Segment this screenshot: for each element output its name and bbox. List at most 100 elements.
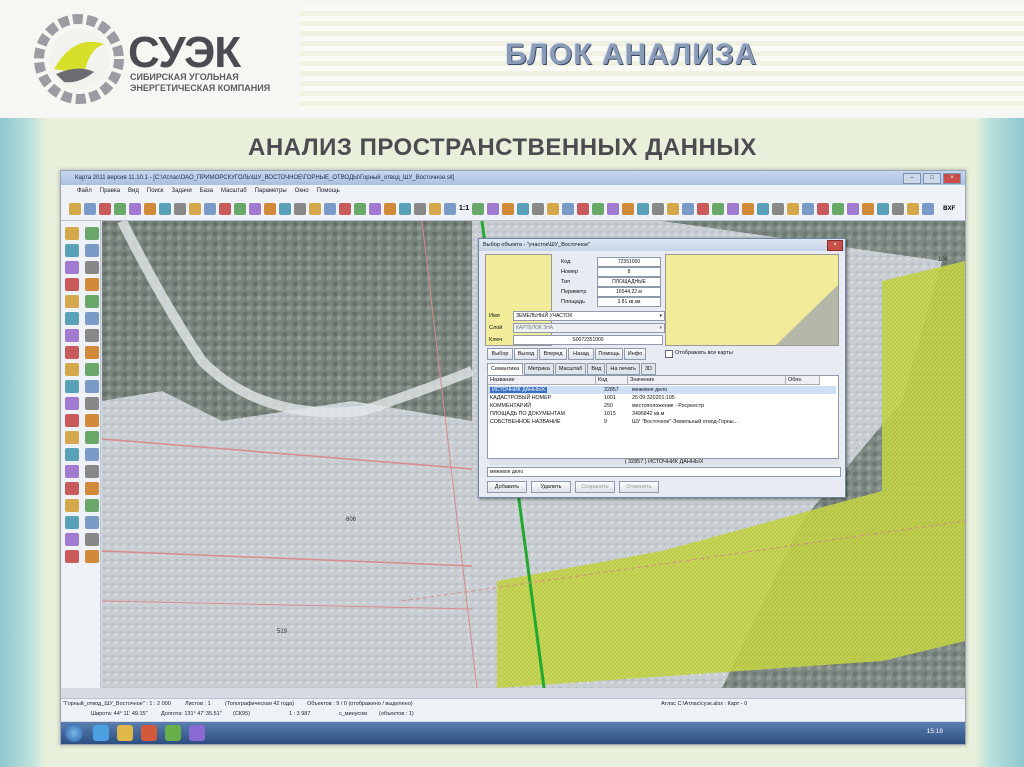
toolbar-tool-icon[interactable] — [324, 202, 336, 215]
taskbar-app-media[interactable] — [141, 725, 157, 741]
toolbar-tool-icon[interactable] — [637, 202, 650, 215]
toolbar-tool-icon[interactable] — [517, 202, 530, 215]
toolbar-tool-icon[interactable] — [264, 202, 276, 215]
toolbar-tool-icon[interactable] — [877, 202, 890, 215]
toolbar-tool-icon[interactable] — [802, 202, 815, 215]
dialog-close-button[interactable]: × — [827, 240, 843, 251]
bxf-button[interactable]: BXF — [943, 206, 955, 212]
menu-item[interactable]: Вид — [128, 185, 139, 197]
toolbar-tool-icon[interactable] — [384, 202, 396, 215]
toolbar-tool-icon[interactable] — [354, 202, 366, 215]
toolbar-tool-icon[interactable] — [204, 202, 216, 215]
zoom-one-to-one-button[interactable]: 1:1 — [459, 205, 469, 212]
toolbar-tool-icon[interactable] — [697, 202, 710, 215]
map-tool-icon[interactable] — [65, 533, 79, 546]
table-row[interactable]: КАДАСТРОВЫЙ НОМЕР 1001 25:09:320201:105 — [488, 394, 836, 402]
toolbar-tool-icon[interactable] — [832, 202, 845, 215]
toolbar-tool-icon[interactable] — [772, 202, 785, 215]
map-tool-icon[interactable] — [65, 329, 79, 342]
map-tool-icon[interactable] — [65, 261, 79, 274]
taskbar-clock[interactable]: 15:18 — [927, 728, 943, 735]
map-tool-icon[interactable] — [85, 278, 99, 291]
map-tool-icon[interactable] — [65, 550, 79, 563]
map-tool-icon[interactable] — [65, 499, 79, 512]
map-tool-icon[interactable] — [85, 397, 99, 410]
map-tool-icon[interactable] — [85, 448, 99, 461]
map-tool-icon[interactable] — [85, 346, 99, 359]
table-row[interactable]: ПЛОЩАДЬ ПО ДОКУМЕНТАМ 1015 3496842 кв.м — [488, 410, 836, 418]
map-tool-icon[interactable] — [85, 533, 99, 546]
toolbar-tool-icon[interactable] — [114, 202, 126, 215]
map-tool-icon[interactable] — [65, 244, 79, 257]
map-tool-icon[interactable] — [65, 465, 79, 478]
toolbar-tool-icon[interactable] — [174, 202, 186, 215]
map-tool-icon[interactable] — [85, 329, 99, 342]
table-row[interactable]: ИСТОЧНИК ДАННЫХ 32857 межевое дело — [488, 386, 836, 394]
map-tool-icon[interactable] — [85, 261, 99, 274]
map-tool-icon[interactable] — [85, 295, 99, 308]
map-tool-icon[interactable] — [85, 431, 99, 444]
toolbar-tool-icon[interactable] — [69, 202, 81, 215]
toolbar-tool-icon[interactable] — [922, 202, 935, 215]
dialog-tab[interactable]: На печать — [606, 363, 640, 375]
menu-item[interactable]: Окно — [295, 185, 309, 197]
toolbar-tool-icon[interactable] — [847, 202, 860, 215]
toolbar-tool-icon[interactable] — [399, 202, 411, 215]
area-field[interactable]: 3.81 кв.км — [597, 297, 661, 307]
taskbar-app-map[interactable] — [165, 725, 181, 741]
name-select[interactable]: ЗЕМЕЛЬНЫЙ УЧАСТОК ▾ — [513, 311, 665, 321]
dialog-tab[interactable]: Масштаб — [554, 363, 587, 375]
table-row[interactable]: КОММЕНТАРИЙ 250 местоположение - Росреестр — [488, 402, 836, 410]
map-tool-icon[interactable] — [65, 380, 79, 393]
toolbar-tool-icon[interactable] — [279, 202, 291, 215]
footer-value-field[interactable]: межевое дело — [487, 467, 841, 477]
toolbar-tool-icon[interactable] — [817, 202, 830, 215]
dialog-nav-button[interactable]: Вперед — [539, 348, 567, 360]
toolbar-tool-icon[interactable] — [532, 202, 545, 215]
dialog-tab[interactable]: Семантика — [487, 363, 524, 375]
minimize-button[interactable]: – — [903, 173, 921, 184]
key-field[interactable]: S0072351000 — [513, 335, 663, 345]
map-tool-icon[interactable] — [85, 499, 99, 512]
map-tool-icon[interactable] — [65, 295, 79, 308]
toolbar-tool-icon[interactable] — [129, 202, 141, 215]
map-tool-icon[interactable] — [65, 312, 79, 325]
grid-header-value[interactable]: Значение — [628, 376, 786, 385]
toolbar-tool-icon[interactable] — [369, 202, 381, 215]
map-tool-icon[interactable] — [65, 448, 79, 461]
toolbar-tool-icon[interactable] — [144, 202, 156, 215]
dialog-action-button[interactable]: Сохранить — [575, 481, 615, 493]
menu-item[interactable]: Поиск — [147, 185, 164, 197]
dialog-action-button[interactable]: Добавить — [487, 481, 527, 493]
type-field[interactable]: ПЛОЩАДНЫЕ — [597, 277, 661, 287]
toolbar-tool-icon[interactable] — [429, 202, 441, 215]
map-tool-icon[interactable] — [85, 550, 99, 563]
map-tool-icon[interactable] — [85, 227, 99, 240]
grid-header-name[interactable]: Название — [488, 376, 596, 385]
dialog-nav-button[interactable]: Выход — [514, 348, 538, 360]
toolbar-tool-icon[interactable] — [472, 202, 485, 215]
toolbar-tool-icon[interactable] — [84, 202, 96, 215]
map-tool-icon[interactable] — [85, 414, 99, 427]
layer-select[interactable]: КАРТБЛОК ЗНА ▾ — [513, 323, 665, 333]
toolbar-tool-icon[interactable] — [219, 202, 231, 215]
map-tool-icon[interactable] — [65, 278, 79, 291]
toolbar-tool-icon[interactable] — [309, 202, 321, 215]
toolbar-tool-icon[interactable] — [339, 202, 351, 215]
dialog-nav-button[interactable]: Выбор — [487, 348, 513, 360]
start-button[interactable] — [65, 724, 83, 742]
map-tool-icon[interactable] — [85, 516, 99, 529]
toolbar-tool-icon[interactable] — [607, 202, 620, 215]
toolbar-tool-icon[interactable] — [562, 202, 575, 215]
map-tool-icon[interactable] — [65, 346, 79, 359]
dialog-action-button[interactable]: Отменить — [619, 481, 659, 493]
toolbar-tool-icon[interactable] — [742, 202, 755, 215]
toolbar-tool-icon[interactable] — [234, 202, 246, 215]
toolbar-tool-icon[interactable] — [682, 202, 695, 215]
menu-item[interactable]: Параметры — [255, 185, 287, 197]
toolbar-tool-icon[interactable] — [414, 202, 426, 215]
menu-item[interactable]: База — [200, 185, 213, 197]
grid-header-code[interactable]: Код — [596, 376, 628, 385]
selected-parcel-north[interactable] — [882, 261, 965, 491]
toolbar-tool-icon[interactable] — [787, 202, 800, 215]
